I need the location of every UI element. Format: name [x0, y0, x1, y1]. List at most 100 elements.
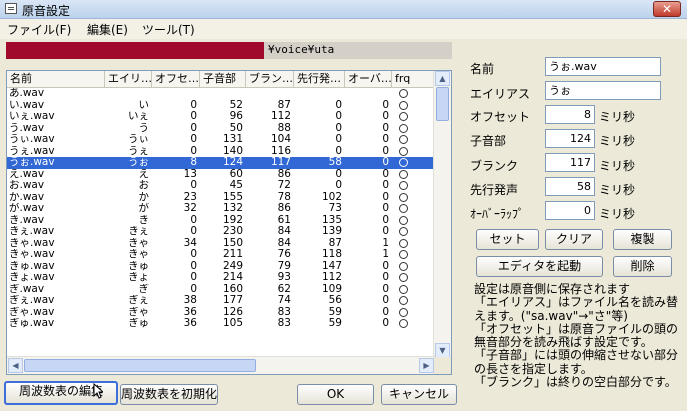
- overlap-unit: ミリ秒: [599, 207, 636, 221]
- col-frq[interactable]: frq: [392, 71, 435, 87]
- launch-editor-button[interactable]: エディタを起動: [476, 256, 603, 277]
- cell-overlap: 0: [382, 306, 389, 318]
- cell-offset: 0: [190, 272, 197, 283]
- cell-name: か.wav: [9, 191, 45, 203]
- frq-circle-icon: [399, 273, 408, 282]
- hscroll-thumb[interactable]: [24, 359, 256, 372]
- cell-offset: 0: [190, 145, 197, 157]
- cell-preutter: 118: [321, 249, 342, 260]
- frq-circle-icon: [399, 215, 408, 225]
- col-preutter[interactable]: 先行発…: [294, 71, 345, 87]
- cell-blank: 79: [277, 260, 291, 272]
- table-row[interactable]: う.wav う 0 50 88 0 0: [7, 123, 435, 135]
- table-row[interactable]: か.wav か 23 155 78 102 0: [7, 192, 435, 204]
- frq-circle-icon: [399, 307, 408, 317]
- cell-offset: 38: [183, 295, 197, 306]
- scroll-down-icon[interactable]: ▼: [435, 343, 450, 358]
- cell-alias: きょ: [128, 272, 149, 283]
- delete-button[interactable]: 削除: [613, 256, 672, 277]
- table-row[interactable]: きゃ.wav きゃ 34 150 84 87 1: [7, 238, 435, 250]
- table-row[interactable]: お.wav お 0 45 72 0 0: [7, 180, 435, 192]
- name-field[interactable]: うぉ.wav: [545, 57, 661, 76]
- frq-circle-icon: [399, 227, 408, 236]
- table-row[interactable]: うぉ.wav うぉ 8 124 117 58 0: [7, 157, 435, 169]
- frq-circle-icon: [399, 181, 408, 190]
- menu-file[interactable]: ファイル(F): [7, 21, 71, 38]
- cell-offset: 0: [190, 214, 197, 226]
- cell-blank: 116: [270, 145, 291, 157]
- menu-tools[interactable]: ツール(T): [142, 21, 195, 38]
- cancel-button[interactable]: キャンセル: [381, 384, 457, 405]
- cell-preutter: 0: [335, 122, 342, 134]
- cell-consonant: 140: [222, 145, 243, 157]
- table-row[interactable]: うぃ.wav うぃ 0 131 104 0 0: [7, 134, 435, 146]
- table-row[interactable]: ぎゅ.wav ぎゅ 36 105 83 59 0: [7, 318, 435, 330]
- cell-overlap: 0: [382, 145, 389, 157]
- offset-unit: ミリ秒: [599, 110, 636, 124]
- window-title: 原音設定: [22, 4, 71, 18]
- horizontal-scrollbar[interactable]: ◀ ▶: [7, 356, 435, 374]
- col-blank[interactable]: ブラン…: [246, 71, 294, 87]
- cell-preutter: 59: [328, 318, 342, 329]
- cell-name: が.wav: [9, 203, 45, 214]
- cell-overlap: 0: [382, 191, 389, 203]
- menu-edit[interactable]: 編集(E): [87, 21, 128, 38]
- col-consonant[interactable]: 子音部: [200, 71, 246, 87]
- scroll-thumb[interactable]: [436, 87, 449, 121]
- preutter-field[interactable]: 58: [545, 177, 595, 196]
- table-row[interactable]: ぎぇ.wav ぎぇ 38 177 74 56 0: [7, 295, 435, 307]
- col-offset[interactable]: オフセ…: [152, 71, 200, 87]
- col-alias[interactable]: エイリ…: [105, 71, 152, 87]
- cell-preutter: 59: [328, 306, 342, 318]
- cell-name: きゅ.wav: [9, 260, 55, 272]
- table-row[interactable]: ぎゃ.wav ぎゃ 36 126 83 59 0: [7, 307, 435, 319]
- cell-overlap: 0: [382, 168, 389, 180]
- table-row[interactable]: ぎ.wav ぎ 0 160 62 109 0: [7, 284, 435, 296]
- cell-alias: きゃ: [128, 249, 149, 260]
- table-row[interactable]: い.wav い 0 52 87 0 0: [7, 100, 435, 112]
- vertical-scrollbar[interactable]: ▲ ▼: [433, 71, 451, 358]
- cell-alias: う: [138, 122, 150, 134]
- cell-alias: きゅ: [128, 260, 149, 272]
- close-button[interactable]: ✕: [653, 1, 681, 17]
- cell-offset: 0: [190, 99, 197, 111]
- copy-button[interactable]: 複製: [613, 229, 672, 250]
- alias-field[interactable]: うぉ: [545, 81, 661, 100]
- init-frequency-table-button[interactable]: 周波数表を初期化: [120, 384, 218, 405]
- col-name[interactable]: 名前: [7, 71, 105, 87]
- cell-blank: 84: [277, 226, 291, 237]
- table-row[interactable]: あ.wav: [7, 88, 435, 100]
- clear-button[interactable]: クリア: [545, 229, 603, 250]
- blank-field[interactable]: 117: [545, 153, 595, 172]
- cell-overlap: 0: [382, 214, 389, 226]
- cell-name: うぉ.wav: [9, 157, 55, 168]
- scroll-left-icon[interactable]: ◀: [8, 358, 23, 373]
- table-row[interactable]: きゃ.wav きゃ 0 211 76 118 1: [7, 249, 435, 261]
- table-row[interactable]: いぇ.wav いぇ 0 96 112 0 0: [7, 111, 435, 123]
- scroll-right-icon[interactable]: ▶: [419, 358, 434, 373]
- table-row[interactable]: が.wav が 32 132 86 73 0: [7, 203, 435, 215]
- cell-preutter: 0: [335, 111, 342, 122]
- oto-list[interactable]: 名前 エイリ… オフセ… 子音部 ブラン… 先行発… オーバ… frq あ.wa…: [6, 70, 452, 375]
- cell-name: き.wav: [9, 214, 45, 226]
- table-row[interactable]: え.wav え 13 60 86 0 0: [7, 169, 435, 181]
- table-row[interactable]: きょ.wav きょ 0 214 93 112 0: [7, 272, 435, 284]
- frq-circle-icon: [399, 261, 408, 271]
- cell-offset: 0: [190, 111, 197, 122]
- frq-circle-icon: [399, 319, 408, 328]
- consonant-field[interactable]: 124: [545, 129, 595, 148]
- set-button[interactable]: セット: [476, 229, 539, 250]
- ok-button[interactable]: OK: [297, 384, 374, 405]
- table-row[interactable]: きぇ.wav きぇ 0 230 84 139 0: [7, 226, 435, 238]
- table-row[interactable]: うぇ.wav うぇ 0 140 116 0 0: [7, 146, 435, 158]
- cell-alias: うぃ: [128, 134, 149, 145]
- table-row[interactable]: きゅ.wav きゅ 0 249 79 147 0: [7, 261, 435, 273]
- offset-field[interactable]: 8: [545, 105, 595, 124]
- overlap-field[interactable]: 0: [545, 201, 595, 220]
- col-overlap[interactable]: オーバ…: [345, 71, 392, 87]
- cell-name: い.wav: [9, 99, 45, 111]
- scroll-up-icon[interactable]: ▲: [435, 71, 450, 86]
- table-row[interactable]: き.wav き 0 192 61 135 0: [7, 215, 435, 227]
- cell-blank: 112: [270, 111, 291, 122]
- frq-circle-icon: [399, 100, 408, 110]
